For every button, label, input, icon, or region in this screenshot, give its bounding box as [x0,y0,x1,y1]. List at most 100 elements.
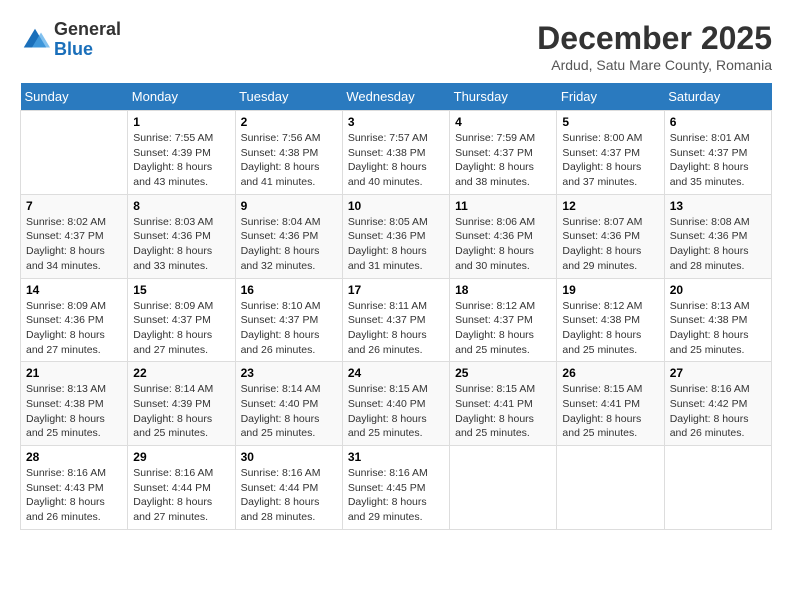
sunrise-label: Sunrise: 8:16 AM [26,467,106,479]
logo-general: General [54,20,121,40]
sunset-label: Sunset: 4:37 PM [670,147,748,159]
sunset-label: Sunset: 4:37 PM [348,314,426,326]
calendar-week-1: 1 Sunrise: 7:55 AM Sunset: 4:39 PM Dayli… [21,111,772,195]
day-info: Sunrise: 8:15 AM Sunset: 4:40 PM Dayligh… [348,382,444,441]
day-info: Sunrise: 8:09 AM Sunset: 4:37 PM Dayligh… [133,299,229,358]
day-info: Sunrise: 8:16 AM Sunset: 4:42 PM Dayligh… [670,382,766,441]
day-number: 18 [455,283,551,297]
sunrise-label: Sunrise: 8:16 AM [241,467,321,479]
calendar-cell [450,446,557,530]
calendar-cell: 24 Sunrise: 8:15 AM Sunset: 4:40 PM Dayl… [342,362,449,446]
day-info: Sunrise: 8:14 AM Sunset: 4:39 PM Dayligh… [133,382,229,441]
sunrise-label: Sunrise: 7:55 AM [133,132,213,144]
sunset-label: Sunset: 4:40 PM [241,398,319,410]
day-number: 28 [26,450,122,464]
calendar-cell: 1 Sunrise: 7:55 AM Sunset: 4:39 PM Dayli… [128,111,235,195]
daylight-label: Daylight: 8 hours and 38 minutes. [455,161,534,188]
daylight-label: Daylight: 8 hours and 25 minutes. [562,413,641,440]
daylight-label: Daylight: 8 hours and 32 minutes. [241,245,320,272]
sunset-label: Sunset: 4:38 PM [670,314,748,326]
calendar-cell: 16 Sunrise: 8:10 AM Sunset: 4:37 PM Dayl… [235,278,342,362]
daylight-label: Daylight: 8 hours and 34 minutes. [26,245,105,272]
day-number: 21 [26,366,122,380]
sunset-label: Sunset: 4:36 PM [455,230,533,242]
daylight-label: Daylight: 8 hours and 25 minutes. [670,329,749,356]
sunrise-label: Sunrise: 8:10 AM [241,300,321,312]
calendar-week-4: 21 Sunrise: 8:13 AM Sunset: 4:38 PM Dayl… [21,362,772,446]
day-info: Sunrise: 7:55 AM Sunset: 4:39 PM Dayligh… [133,131,229,190]
calendar-header-row: Sunday Monday Tuesday Wednesday Thursday… [21,83,772,111]
logo: General Blue [20,20,121,60]
col-wednesday: Wednesday [342,83,449,111]
col-monday: Monday [128,83,235,111]
calendar-cell: 26 Sunrise: 8:15 AM Sunset: 4:41 PM Dayl… [557,362,664,446]
sunrise-label: Sunrise: 8:15 AM [348,383,428,395]
page-header: General Blue December 2025 Ardud, Satu M… [20,20,772,73]
calendar-cell: 7 Sunrise: 8:02 AM Sunset: 4:37 PM Dayli… [21,194,128,278]
sunrise-label: Sunrise: 8:07 AM [562,216,642,228]
calendar-table: Sunday Monday Tuesday Wednesday Thursday… [20,83,772,530]
calendar-week-2: 7 Sunrise: 8:02 AM Sunset: 4:37 PM Dayli… [21,194,772,278]
day-number: 5 [562,115,658,129]
day-info: Sunrise: 8:15 AM Sunset: 4:41 PM Dayligh… [562,382,658,441]
sunrise-label: Sunrise: 8:11 AM [348,300,427,312]
sunrise-label: Sunrise: 7:57 AM [348,132,428,144]
day-number: 14 [26,283,122,297]
day-info: Sunrise: 8:06 AM Sunset: 4:36 PM Dayligh… [455,215,551,274]
daylight-label: Daylight: 8 hours and 25 minutes. [26,413,105,440]
day-info: Sunrise: 8:12 AM Sunset: 4:37 PM Dayligh… [455,299,551,358]
daylight-label: Daylight: 8 hours and 29 minutes. [348,496,427,523]
sunset-label: Sunset: 4:37 PM [455,147,533,159]
calendar-cell: 21 Sunrise: 8:13 AM Sunset: 4:38 PM Dayl… [21,362,128,446]
day-number: 16 [241,283,337,297]
day-info: Sunrise: 8:05 AM Sunset: 4:36 PM Dayligh… [348,215,444,274]
sunrise-label: Sunrise: 8:01 AM [670,132,750,144]
calendar-cell [664,446,771,530]
calendar-cell: 9 Sunrise: 8:04 AM Sunset: 4:36 PM Dayli… [235,194,342,278]
daylight-label: Daylight: 8 hours and 28 minutes. [241,496,320,523]
day-info: Sunrise: 8:15 AM Sunset: 4:41 PM Dayligh… [455,382,551,441]
sunrise-label: Sunrise: 8:04 AM [241,216,321,228]
daylight-label: Daylight: 8 hours and 25 minutes. [133,413,212,440]
sunset-label: Sunset: 4:36 PM [26,314,104,326]
sunrise-label: Sunrise: 8:13 AM [26,383,106,395]
calendar-cell: 13 Sunrise: 8:08 AM Sunset: 4:36 PM Dayl… [664,194,771,278]
sunrise-label: Sunrise: 8:09 AM [133,300,213,312]
calendar-cell: 18 Sunrise: 8:12 AM Sunset: 4:37 PM Dayl… [450,278,557,362]
daylight-label: Daylight: 8 hours and 25 minutes. [455,413,534,440]
day-number: 7 [26,199,122,213]
calendar-cell [557,446,664,530]
day-info: Sunrise: 7:56 AM Sunset: 4:38 PM Dayligh… [241,131,337,190]
day-number: 26 [562,366,658,380]
calendar-cell: 22 Sunrise: 8:14 AM Sunset: 4:39 PM Dayl… [128,362,235,446]
daylight-label: Daylight: 8 hours and 26 minutes. [241,329,320,356]
sunset-label: Sunset: 4:45 PM [348,482,426,494]
day-info: Sunrise: 8:09 AM Sunset: 4:36 PM Dayligh… [26,299,122,358]
day-info: Sunrise: 8:02 AM Sunset: 4:37 PM Dayligh… [26,215,122,274]
day-info: Sunrise: 7:57 AM Sunset: 4:38 PM Dayligh… [348,131,444,190]
sunset-label: Sunset: 4:39 PM [133,147,211,159]
col-sunday: Sunday [21,83,128,111]
day-number: 24 [348,366,444,380]
sunset-label: Sunset: 4:37 PM [562,147,640,159]
sunrise-label: Sunrise: 8:05 AM [348,216,428,228]
calendar-cell: 5 Sunrise: 8:00 AM Sunset: 4:37 PM Dayli… [557,111,664,195]
day-info: Sunrise: 8:16 AM Sunset: 4:44 PM Dayligh… [241,466,337,525]
calendar-cell: 2 Sunrise: 7:56 AM Sunset: 4:38 PM Dayli… [235,111,342,195]
col-friday: Friday [557,83,664,111]
day-info: Sunrise: 8:16 AM Sunset: 4:43 PM Dayligh… [26,466,122,525]
daylight-label: Daylight: 8 hours and 26 minutes. [348,329,427,356]
daylight-label: Daylight: 8 hours and 30 minutes. [455,245,534,272]
sunrise-label: Sunrise: 8:02 AM [26,216,106,228]
day-info: Sunrise: 8:08 AM Sunset: 4:36 PM Dayligh… [670,215,766,274]
daylight-label: Daylight: 8 hours and 43 minutes. [133,161,212,188]
col-tuesday: Tuesday [235,83,342,111]
sunset-label: Sunset: 4:36 PM [241,230,319,242]
sunset-label: Sunset: 4:41 PM [562,398,640,410]
daylight-label: Daylight: 8 hours and 31 minutes. [348,245,427,272]
daylight-label: Daylight: 8 hours and 37 minutes. [562,161,641,188]
day-number: 12 [562,199,658,213]
calendar-cell: 6 Sunrise: 8:01 AM Sunset: 4:37 PM Dayli… [664,111,771,195]
day-number: 27 [670,366,766,380]
sunrise-label: Sunrise: 8:09 AM [26,300,106,312]
